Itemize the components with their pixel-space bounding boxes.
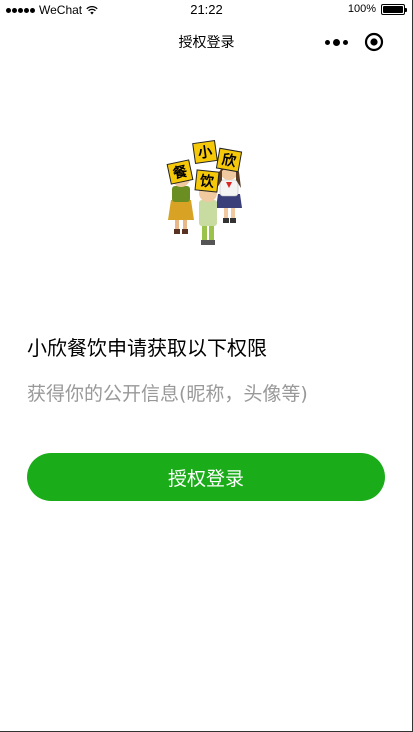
sign-char-1: 小 — [197, 144, 213, 162]
battery-percent: 100% — [347, 3, 376, 15]
more-icon[interactable] — [317, 30, 355, 54]
authorize-login-button[interactable]: 授权登录 — [27, 453, 385, 501]
nav-bar: 授权登录 — [0, 20, 413, 62]
status-bar: WeChat 21:22 100% — [0, 0, 413, 20]
permission-description: 获得你的公开信息(昵称，头像等) — [27, 383, 308, 405]
permission-title: 小欣餐饮申请获取以下权限 — [27, 336, 267, 360]
capsule-menu — [317, 30, 393, 54]
target-icon[interactable] — [355, 30, 393, 54]
mascot-illustration: 小 欣 餐 饮 — [160, 138, 252, 248]
status-right: 100% — [347, 3, 407, 15]
battery-fill — [383, 5, 403, 13]
sign-char-4: 饮 — [198, 172, 216, 191]
battery-icon — [381, 3, 407, 15]
